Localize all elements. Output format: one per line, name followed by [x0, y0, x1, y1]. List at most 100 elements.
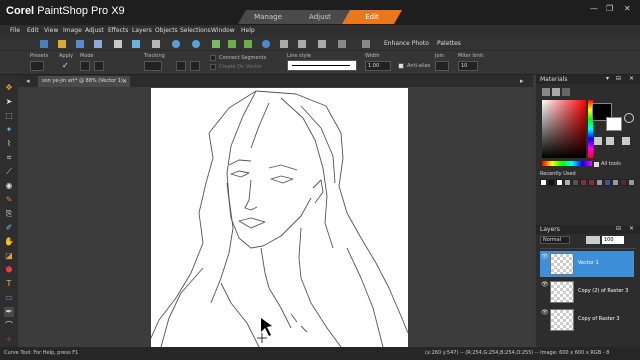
recent-color-swatch[interactable] [564, 179, 571, 186]
menu-adjust[interactable]: Adjust [85, 25, 104, 37]
gradient-icon[interactable] [622, 137, 630, 145]
background-color-swatch[interactable] [606, 117, 622, 131]
layer-visibility-icon[interactable]: 👁 [541, 281, 549, 288]
tab-scroll-right-icon[interactable]: ▸ [520, 77, 524, 85]
width-field[interactable]: 1.00 [365, 61, 391, 71]
menu-help[interactable]: Help [241, 25, 255, 37]
curve-mode-icon[interactable] [176, 61, 186, 71]
info-icon[interactable] [262, 40, 270, 48]
pen-tool-icon[interactable]: ✒ [4, 307, 14, 317]
undo-icon[interactable] [228, 40, 236, 48]
menu-layers[interactable]: Layers [132, 25, 152, 37]
mesh-warp-icon[interactable]: ✧ [4, 335, 14, 345]
eraser-icon[interactable]: ◪ [4, 251, 14, 261]
materials-float-icon[interactable]: ⊟ [616, 75, 621, 82]
tracking-field[interactable] [144, 61, 162, 71]
mode-line-icon[interactable] [94, 61, 104, 71]
recent-color-swatch[interactable] [540, 179, 547, 186]
save-icon[interactable] [76, 40, 84, 48]
tab-scroll-left-icon[interactable]: ◂ [26, 77, 30, 85]
menu-view[interactable]: View [44, 25, 58, 37]
recent-color-swatch[interactable] [580, 179, 587, 186]
share-icon[interactable] [132, 40, 140, 48]
tab-edit[interactable]: Edit [342, 10, 402, 24]
redo-icon[interactable] [244, 40, 252, 48]
document-tab-close-icon[interactable]: ✕ [122, 76, 127, 87]
pan-tool-icon[interactable]: ✥ [4, 83, 14, 93]
all-tools-checkbox[interactable] [594, 162, 599, 167]
layer-row[interactable]: 👁 Vector 1 [540, 251, 634, 277]
maximize-icon[interactable]: ❐ [606, 4, 613, 13]
warp-brush-icon[interactable]: ⌒ [4, 321, 14, 331]
clone-brush-icon[interactable]: ⎘ [4, 209, 14, 219]
layers-close-icon[interactable]: ✕ [629, 225, 634, 232]
menu-file[interactable]: File [10, 25, 20, 37]
recent-color-swatch[interactable] [572, 179, 579, 186]
layer-visibility-icon[interactable]: 👁 [541, 253, 549, 260]
close-icon[interactable]: ✕ [624, 4, 631, 13]
menu-image[interactable]: Image [63, 25, 82, 37]
layer-visibility-icon[interactable]: 👁 [541, 309, 549, 316]
recent-color-swatch[interactable] [612, 179, 619, 186]
minimize-icon[interactable]: — [590, 4, 598, 13]
redo-arc-icon[interactable] [192, 40, 200, 48]
rainbow-mode-icon[interactable] [552, 88, 560, 96]
new-file-icon[interactable] [40, 40, 48, 48]
recent-color-swatch[interactable] [620, 179, 627, 186]
pick-tool-icon[interactable]: ➤ [4, 97, 14, 107]
menu-window[interactable]: Window [211, 25, 235, 37]
presets-dropdown[interactable] [30, 61, 44, 71]
browse-icon[interactable] [114, 40, 122, 48]
connect-segments-checkbox[interactable] [210, 55, 216, 61]
makeover-icon[interactable]: ✎ [4, 195, 14, 205]
menu-edit[interactable]: Edit [27, 25, 39, 37]
transparent-icon[interactable] [624, 113, 634, 123]
zoom-out-icon[interactable] [298, 40, 306, 48]
color-picker-field[interactable] [542, 100, 586, 158]
palettes-button[interactable]: Palettes [437, 40, 461, 47]
menu-objects[interactable]: Objects [155, 25, 178, 37]
image-canvas[interactable] [151, 88, 408, 347]
apply-check-icon[interactable]: ✓ [62, 61, 69, 70]
texture-icon[interactable] [606, 137, 614, 145]
shape-tool-icon[interactable]: ▭ [4, 293, 14, 303]
zoom-fit-icon[interactable] [318, 40, 326, 48]
document-tab[interactable]: son ye-jin art* @ 88% (Vector 1) ✕ [38, 76, 130, 87]
straighten-icon[interactable]: ⟋ [4, 167, 14, 177]
dropper-icon[interactable]: ⌇ [4, 139, 14, 149]
recent-color-swatch[interactable] [556, 179, 563, 186]
recent-color-swatch[interactable] [628, 179, 635, 186]
tab-adjust[interactable]: Adjust [290, 10, 350, 24]
recent-color-swatch[interactable] [588, 179, 595, 186]
opacity-field[interactable]: 100 [602, 236, 624, 244]
print-icon[interactable] [152, 40, 160, 48]
text-tool-icon[interactable]: T [4, 279, 14, 289]
adjust-icon[interactable] [338, 40, 346, 48]
materials-menu-icon[interactable]: ▾ [606, 75, 609, 82]
selection-tool-icon[interactable]: ⬚ [4, 111, 14, 121]
crop-tool-icon[interactable]: ⌗ [4, 153, 14, 163]
join-dropdown[interactable] [435, 61, 449, 71]
tab-manage[interactable]: Manage [238, 10, 298, 24]
node-mode-icon[interactable] [190, 61, 200, 71]
open-folder-icon[interactable] [58, 40, 66, 48]
anti-alias-checkbox[interactable] [398, 63, 404, 69]
frame-mode-icon[interactable] [542, 88, 550, 96]
retouch-icon[interactable]: ✋ [4, 237, 14, 247]
flood-fill-icon[interactable]: ⬢ [4, 265, 14, 275]
layer-row[interactable]: 👁 Copy (2) of Raster 3 [540, 279, 634, 305]
magic-wand-icon[interactable]: ✦ [4, 125, 14, 135]
layer-row[interactable]: 👁 Copy of Raster 3 [540, 307, 634, 333]
miter-limit-field[interactable]: 10 [458, 61, 478, 71]
undo-arc-icon[interactable] [172, 40, 180, 48]
paint-brush-icon[interactable]: ✐ [4, 223, 14, 233]
enhance-photo-button[interactable]: Enhance Photo [384, 40, 429, 47]
recent-color-swatch[interactable] [548, 179, 555, 186]
swatch-mode-icon[interactable] [562, 88, 570, 96]
menu-effects[interactable]: Effects [108, 25, 128, 37]
mode-pen-icon[interactable] [80, 61, 90, 71]
menu-selections[interactable]: Selections [180, 25, 211, 37]
layers-float-icon[interactable]: ⊟ [616, 225, 621, 232]
blend-mode-dropdown[interactable]: Normal [540, 236, 570, 244]
materials-close-icon[interactable]: ✕ [629, 75, 634, 82]
